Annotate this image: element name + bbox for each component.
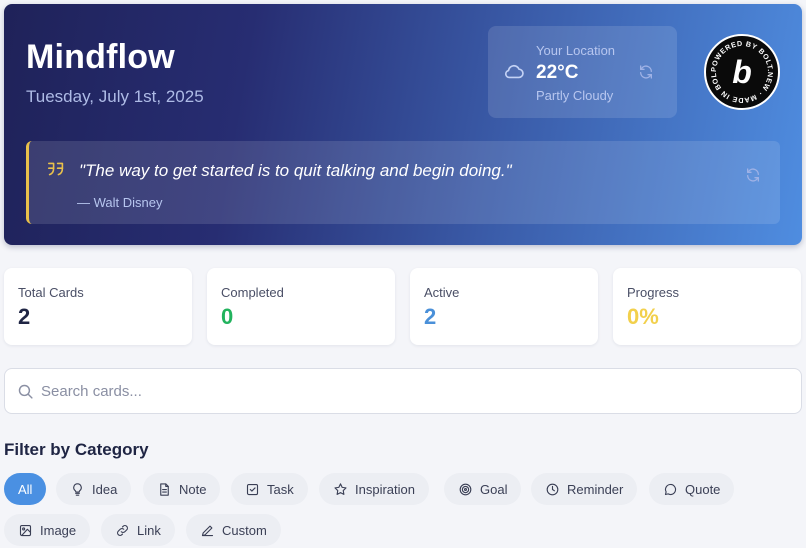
- quote-text: "The way to get started is to quit talki…: [79, 161, 512, 180]
- stat-label: Progress: [627, 285, 680, 300]
- chip-label: Goal: [480, 481, 508, 497]
- pencil-icon: [201, 525, 214, 536]
- stat-active: Active 2: [410, 268, 598, 345]
- chip-label: Custom: [222, 522, 267, 538]
- weather-location: Your Location: [536, 43, 616, 58]
- stat-label: Active: [424, 285, 460, 300]
- chip-label: Idea: [92, 481, 118, 497]
- stat-label: Total Cards: [18, 285, 84, 300]
- weather-widget: Your Location 22°C Partly Cloudy: [488, 26, 677, 118]
- chip-label: Inspiration: [355, 481, 415, 497]
- filter-chip-note[interactable]: Note: [143, 473, 221, 505]
- filter-chip-inspiration[interactable]: Inspiration: [319, 473, 429, 505]
- filter-chip-link[interactable]: Link: [101, 514, 175, 546]
- stat-label: Completed: [221, 285, 284, 300]
- chip-label: Task: [267, 481, 294, 497]
- weather-condition: Partly Cloudy: [536, 88, 614, 103]
- filter-chip-idea[interactable]: Idea: [56, 473, 132, 505]
- current-date: Tuesday, July 1st, 2025: [26, 87, 204, 106]
- document-icon: [160, 482, 169, 496]
- filter-chip-quote[interactable]: Quote: [649, 473, 735, 505]
- search-bar: [4, 368, 802, 414]
- filter-chip-reminder[interactable]: Reminder: [531, 473, 638, 505]
- filter-chip-all[interactable]: All: [4, 473, 47, 505]
- chip-label: Note: [179, 481, 207, 497]
- stat-value: 2: [18, 304, 31, 329]
- lightbulb-icon: [73, 482, 82, 496]
- stat-value: 0: [221, 304, 234, 329]
- badge-letter: b: [732, 54, 752, 90]
- chip-label: Image: [40, 522, 77, 538]
- chip-label: All: [18, 481, 33, 497]
- stat-value: 2: [424, 304, 437, 329]
- search-input[interactable]: [41, 375, 781, 407]
- header-banner: Mindflow Tuesday, July 1st, 2025 Your Lo…: [4, 4, 802, 245]
- search-icon: [18, 384, 33, 399]
- stat-progress: Progress 0%: [613, 268, 801, 345]
- chip-label: Link: [137, 522, 161, 538]
- clock-icon: [546, 483, 559, 495]
- weather-refresh-icon[interactable]: [638, 64, 654, 80]
- checkbox-icon: [246, 483, 259, 495]
- link-icon: [117, 524, 128, 536]
- target-icon: [459, 483, 472, 495]
- speech-bubble-icon: [664, 483, 677, 495]
- image-icon: [19, 524, 32, 536]
- chip-label: Quote: [685, 481, 721, 497]
- stat-value: 0%: [627, 304, 659, 329]
- quote-refresh-icon[interactable]: [745, 167, 761, 183]
- bolt-badge[interactable]: POWERED BY BOLT.NEW · MADE IN BOLT.NEW ·…: [704, 34, 780, 110]
- filter-chip-custom[interactable]: Custom: [186, 514, 281, 546]
- filter-heading: Filter by Category: [4, 440, 149, 459]
- stat-total-cards: Total Cards 2: [4, 268, 192, 345]
- quote-marks-icon: [48, 162, 64, 176]
- quote-author: — Walt Disney: [77, 195, 163, 210]
- star-icon: [334, 482, 347, 495]
- filter-chip-task[interactable]: Task: [231, 473, 308, 505]
- cloud-icon: [504, 64, 524, 79]
- quote-card: "The way to get started is to quit talki…: [26, 141, 780, 224]
- filter-chip-goal[interactable]: Goal: [444, 473, 522, 505]
- weather-temperature: 22°C: [536, 62, 579, 83]
- stat-completed: Completed 0: [207, 268, 395, 345]
- bolt-logo-icon: POWERED BY BOLT.NEW · MADE IN BOLT.NEW ·…: [706, 36, 775, 105]
- filter-chip-image[interactable]: Image: [4, 514, 91, 546]
- app-title: Mindflow: [26, 38, 175, 76]
- chip-label: Reminder: [567, 481, 624, 497]
